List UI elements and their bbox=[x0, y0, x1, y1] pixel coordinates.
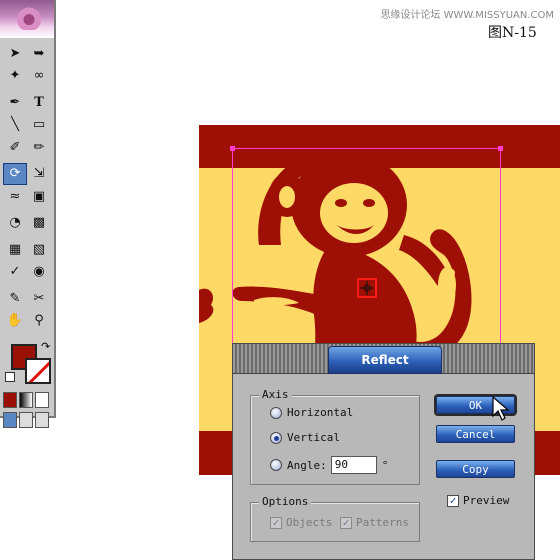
patterns-checkbox[interactable]: ✓ bbox=[340, 516, 352, 529]
horizontal-option[interactable]: Horizontal bbox=[270, 406, 353, 419]
horizontal-radio[interactable] bbox=[270, 406, 282, 419]
lasso-icon[interactable]: ∞ bbox=[27, 65, 51, 87]
color-mode-icon[interactable] bbox=[3, 392, 17, 408]
vertical-radio[interactable] bbox=[270, 431, 282, 444]
mouse-pointer-icon bbox=[492, 396, 510, 421]
preview-label: Preview bbox=[463, 494, 510, 507]
standard-screen-icon[interactable] bbox=[3, 412, 17, 428]
tools-panel: ➤ ➥ ✦ ∞ ✒ T ╲ ▭ ✐ ✏ ⟳ ⇲ ≈ ▣ ◔ ▩ ▦ ▧ ✓ ◉ … bbox=[0, 0, 56, 428]
mesh-icon[interactable]: ▦ bbox=[3, 238, 27, 260]
screen-mode-buttons bbox=[0, 410, 54, 430]
handle-top-left[interactable] bbox=[230, 146, 235, 151]
swap-colors-icon[interactable]: ↷ bbox=[41, 340, 50, 353]
preview-option[interactable]: ✓ Preview bbox=[447, 494, 509, 507]
full-screen-menu-icon[interactable] bbox=[19, 412, 33, 428]
symbol-sprayer-icon[interactable]: ◔ bbox=[3, 212, 27, 234]
patterns-label: Patterns bbox=[356, 516, 409, 529]
axis-group-label: Axis bbox=[259, 388, 292, 401]
magic-wand-icon[interactable]: ✦ bbox=[3, 65, 27, 87]
angle-label: Angle: bbox=[287, 458, 327, 472]
copy-button[interactable]: Copy bbox=[436, 460, 515, 478]
angle-radio[interactable] bbox=[270, 459, 282, 471]
direct-selection-icon[interactable]: ➥ bbox=[27, 42, 51, 64]
line-icon[interactable]: ╲ bbox=[3, 114, 27, 136]
slice-icon[interactable]: ✎ bbox=[3, 287, 27, 309]
none-mode-icon[interactable] bbox=[35, 392, 49, 408]
default-colors-icon[interactable] bbox=[5, 372, 15, 382]
color-mode-buttons bbox=[0, 390, 54, 410]
reference-point-marker[interactable] bbox=[357, 278, 377, 298]
rotate-icon[interactable]: ⟳ bbox=[3, 162, 28, 185]
pencil-icon[interactable]: ✏ bbox=[27, 136, 51, 158]
pen-icon[interactable]: ✒ bbox=[3, 91, 27, 113]
crosshair-icon bbox=[360, 281, 374, 295]
stroke-swatch[interactable] bbox=[25, 358, 51, 384]
cancel-button[interactable]: Cancel bbox=[436, 425, 515, 443]
objects-checkbox[interactable]: ✓ bbox=[270, 516, 282, 529]
reflect-dialog: Reflect Axis Horizontal Vertical Angle: … bbox=[232, 343, 535, 560]
objects-label: Objects bbox=[286, 516, 333, 529]
free-transform-icon[interactable]: ▣ bbox=[27, 185, 51, 207]
handle-top-right[interactable] bbox=[498, 146, 503, 151]
gradient-icon[interactable]: ▧ bbox=[27, 238, 51, 260]
eyedropper-icon[interactable]: ✓ bbox=[3, 261, 27, 283]
toolbox-header-logo bbox=[0, 0, 54, 38]
screen: 思缘设计论坛 WWW.MISSYUAN.COM 图N-15 ➤ ➥ ✦ ∞ ✒ … bbox=[0, 0, 560, 560]
graph-icon[interactable]: ▩ bbox=[27, 212, 51, 234]
vertical-label: Vertical bbox=[287, 431, 340, 444]
rectangle-icon[interactable]: ▭ bbox=[27, 114, 51, 136]
figure-label: 图N-15 bbox=[488, 25, 537, 41]
selection-arrow-icon[interactable]: ➤ bbox=[3, 42, 27, 64]
vertical-option[interactable]: Vertical bbox=[270, 431, 340, 444]
type-icon[interactable]: T bbox=[27, 91, 51, 113]
watermark: 思缘设计论坛 WWW.MISSYUAN.COM bbox=[380, 10, 554, 21]
angle-input[interactable]: 90 bbox=[330, 456, 377, 474]
scale-icon[interactable]: ⇲ bbox=[27, 163, 51, 185]
hand-icon[interactable]: ✋ bbox=[3, 310, 27, 332]
zoom-icon[interactable]: ⚲ bbox=[27, 310, 51, 332]
tools-grid: ➤ ➥ ✦ ∞ ✒ T ╲ ▭ ✐ ✏ ⟳ ⇲ ≈ ▣ ◔ ▩ ▦ ▧ ✓ ◉ … bbox=[0, 38, 54, 336]
blend-icon[interactable]: ◉ bbox=[27, 261, 51, 283]
objects-option[interactable]: ✓ Objects bbox=[270, 516, 332, 529]
dialog-title: Reflect bbox=[328, 346, 442, 374]
options-group-label: Options bbox=[259, 495, 312, 508]
paintbrush-icon[interactable]: ✐ bbox=[3, 136, 27, 158]
angle-option[interactable]: Angle: 90 ° bbox=[270, 456, 388, 474]
degree-symbol: ° bbox=[381, 458, 389, 472]
horizontal-label: Horizontal bbox=[287, 406, 354, 419]
full-screen-icon[interactable] bbox=[35, 412, 49, 428]
preview-checkbox[interactable]: ✓ bbox=[447, 494, 459, 507]
gradient-mode-icon[interactable] bbox=[19, 392, 33, 408]
warp-icon[interactable]: ≈ bbox=[3, 185, 27, 207]
color-swatches: ↷ bbox=[3, 340, 51, 386]
scissors-icon[interactable]: ✂ bbox=[27, 287, 51, 309]
patterns-option[interactable]: ✓ Patterns bbox=[340, 516, 409, 529]
